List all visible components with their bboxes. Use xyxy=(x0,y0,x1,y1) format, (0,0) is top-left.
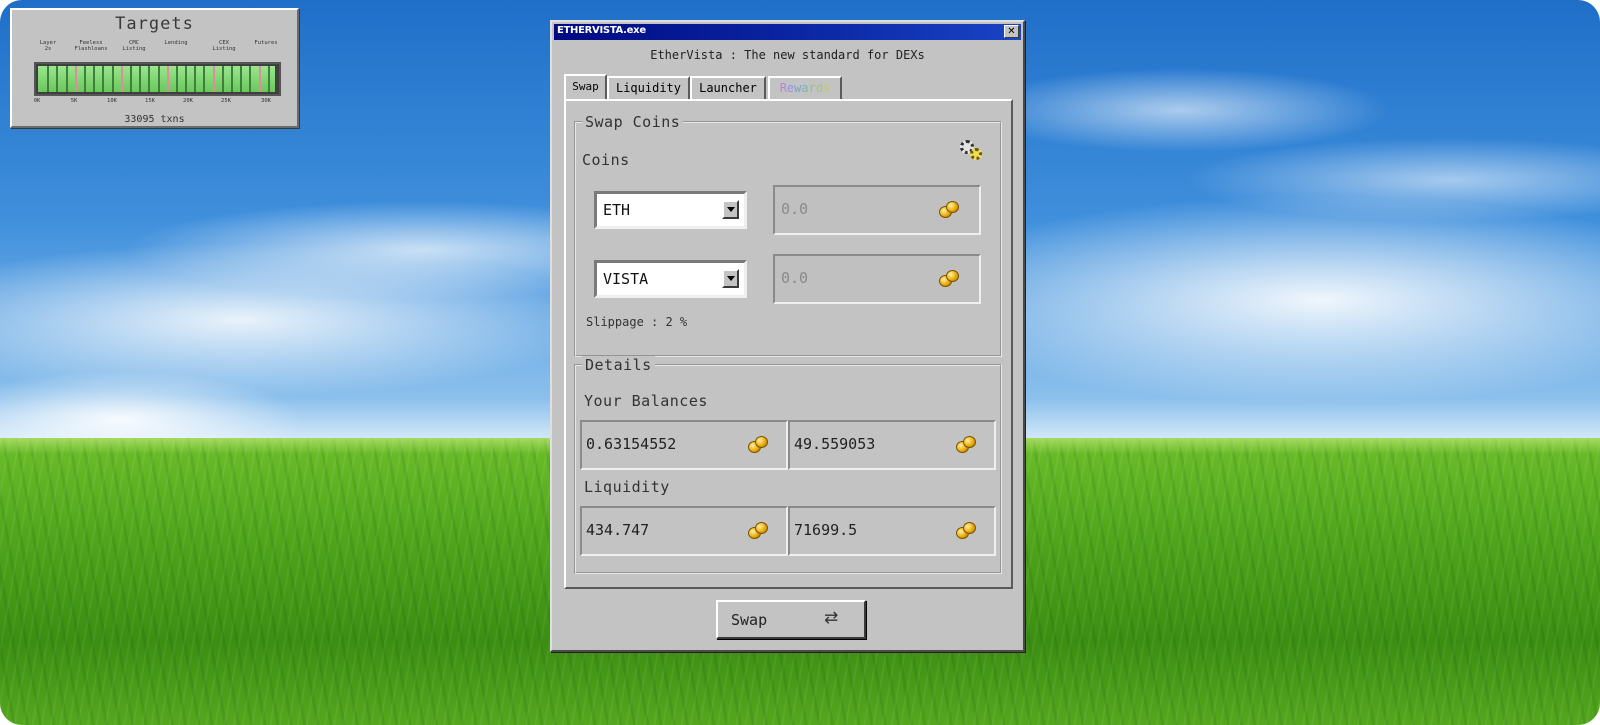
to-amount-placeholder: 0.0 xyxy=(781,269,809,287)
progress-segment-divider xyxy=(84,66,86,92)
coins-label: Coins xyxy=(582,151,630,169)
coins-icon xyxy=(939,270,959,287)
targets-progress-bar xyxy=(34,62,281,96)
progress-segment-divider xyxy=(139,66,141,92)
tab-rewards-label: Rewards xyxy=(779,81,831,95)
milestone-label: Feeless Flashloans xyxy=(74,40,108,52)
to-amount-input[interactable]: 0.0 xyxy=(773,254,981,304)
coins-icon xyxy=(939,201,959,218)
progress-segment-divider xyxy=(249,66,251,92)
balance-box-vista: 49.559053 xyxy=(788,420,996,470)
progress-segment-divider xyxy=(203,66,205,92)
milestone-label: Layer 2s xyxy=(39,40,57,52)
your-balances-label: Your Balances xyxy=(584,392,708,410)
gear-icon-small xyxy=(970,148,982,160)
swap-tab-panel: Swap Coins Coins ETH 0.0 VISTA 0.0 Slipp… xyxy=(564,99,1013,589)
tick-label: 10K xyxy=(107,98,117,104)
tick-label: 25K xyxy=(221,98,231,104)
progress-segment-divider xyxy=(121,66,123,92)
from-amount-placeholder: 0.0 xyxy=(781,200,809,218)
progress-segment-divider xyxy=(240,66,242,92)
balance-eth-value: 0.63154552 xyxy=(586,435,677,453)
progress-segment-divider xyxy=(93,66,95,92)
progress-segment-divider xyxy=(167,66,169,92)
progress-segment-divider xyxy=(148,66,150,92)
from-token-select[interactable]: ETH xyxy=(594,191,747,229)
targets-title: Targets xyxy=(115,14,194,34)
milestone-label: CMC Listing xyxy=(122,40,146,52)
progress-segment-divider xyxy=(259,66,261,92)
milestone-label: Lending xyxy=(164,40,188,46)
window-subtitle: EtherVista : The new standard for DEXs xyxy=(650,48,925,62)
liquidity-vista-value: 71699.5 xyxy=(794,521,858,539)
progress-segment-divider xyxy=(268,66,270,92)
swap-arrows-icon: ⇄ xyxy=(824,608,839,628)
tick-label: 5K xyxy=(70,98,78,104)
progress-segment-divider xyxy=(176,66,178,92)
progress-segment-divider xyxy=(66,66,68,92)
liquidity-eth-value: 434.747 xyxy=(586,521,650,539)
from-token-value: ETH xyxy=(603,201,631,219)
progress-segment-divider xyxy=(194,66,196,92)
swap-button[interactable]: Swap ⇄ xyxy=(716,600,866,639)
window-title: ETHERVISTA.exe xyxy=(557,25,646,36)
milestone-labels: Layer 2s Feeless Flashloans CMC Listing … xyxy=(34,40,284,60)
to-token-value: VISTA xyxy=(603,270,649,288)
coins-icon xyxy=(956,436,976,453)
tick-label: 20K xyxy=(183,98,193,104)
txns-count: 33095 txns xyxy=(124,114,185,125)
to-token-select[interactable]: VISTA xyxy=(594,260,747,298)
tab-rewards[interactable]: Rewards xyxy=(768,76,842,100)
progress-segment-divider xyxy=(56,66,58,92)
from-amount-input[interactable]: 0.0 xyxy=(773,185,981,235)
progress-segment-divider xyxy=(158,66,160,92)
swap-coins-legend: Swap Coins xyxy=(582,113,684,131)
close-button[interactable]: ✕ xyxy=(1004,25,1019,38)
tab-launcher[interactable]: Launcher xyxy=(690,76,766,100)
tick-label: 30K xyxy=(261,98,271,104)
milestone-label: Futures xyxy=(254,40,278,46)
coins-icon xyxy=(748,436,768,453)
tick-label: 0K xyxy=(33,98,41,104)
targets-widget: Targets Layer 2s Feeless Flashloans CMC … xyxy=(10,8,299,128)
progress-segment-divider xyxy=(75,66,77,92)
liquidity-label: Liquidity xyxy=(584,478,670,496)
progress-segment-divider xyxy=(231,66,233,92)
balance-vista-value: 49.559053 xyxy=(794,435,876,453)
tab-liquidity[interactable]: Liquidity xyxy=(607,76,690,100)
progress-segment-divider xyxy=(213,66,215,92)
progress-segment-divider xyxy=(102,66,104,92)
swap-coins-group: Swap Coins Coins ETH 0.0 VISTA 0.0 Slipp… xyxy=(574,113,1002,357)
targets-progress-fill xyxy=(38,66,275,92)
progress-segment-divider xyxy=(130,66,132,92)
chevron-down-icon[interactable] xyxy=(722,200,739,219)
details-group: Details Your Balances 0.63154552 49.5590… xyxy=(574,356,1002,574)
balance-box-eth: 0.63154552 xyxy=(580,420,788,470)
coins-icon xyxy=(748,522,768,539)
progress-segment-divider xyxy=(185,66,187,92)
slippage-text: Slippage : 2 % xyxy=(586,315,688,329)
tick-label: 15K xyxy=(145,98,155,104)
swap-button-label: Swap xyxy=(731,611,768,629)
progress-segment-divider xyxy=(112,66,114,92)
gear-icon[interactable] xyxy=(960,140,984,162)
chevron-down-icon[interactable] xyxy=(722,269,739,288)
progress-ticks: 0K 5K 10K 15K 20K 25K 30K xyxy=(34,98,284,106)
milestone-label: CEX Listing xyxy=(212,40,236,52)
progress-segment-divider xyxy=(47,66,49,92)
progress-segment-divider xyxy=(222,66,224,92)
ethervista-window: ETHERVISTA.exe ✕ EtherVista : The new st… xyxy=(550,20,1025,652)
coins-icon xyxy=(956,522,976,539)
liquidity-box-eth: 434.747 xyxy=(580,506,788,556)
title-bar[interactable]: ETHERVISTA.exe ✕ xyxy=(554,24,1021,40)
details-legend: Details xyxy=(582,356,655,374)
tab-swap[interactable]: Swap xyxy=(564,74,607,101)
liquidity-box-vista: 71699.5 xyxy=(788,506,996,556)
